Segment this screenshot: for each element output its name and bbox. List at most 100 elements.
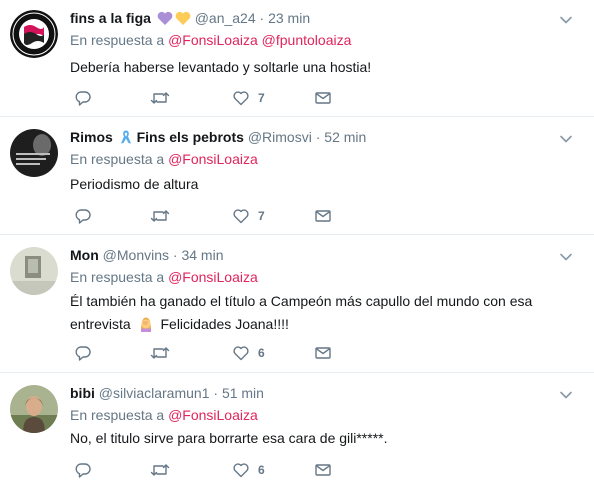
separator: · (172, 247, 178, 263)
tweet-header: Rimos Fins els pebrots @Rimosvi · 52 min (70, 127, 366, 150)
display-name[interactable]: bibi (70, 385, 95, 401)
mention-link[interactable]: @FonsiLoaiza (168, 32, 258, 48)
like-button[interactable]: 6 (232, 343, 265, 363)
tweet-text: No, el titulo sirve para borrarte esa ca… (70, 430, 388, 446)
purple-heart-icon (157, 11, 173, 31)
chevron-down-icon[interactable] (558, 131, 574, 147)
tweet-text: Él también ha ganado el título a Campeón… (70, 290, 570, 339)
retweet-button[interactable] (150, 460, 170, 480)
mention-link[interactable]: @FonsiLoaiza (168, 151, 258, 167)
tweet-text: Debería haberse levantado y soltarle una… (70, 59, 372, 75)
tweet-text-fragment: Felicidades Joana!!!! (160, 316, 289, 332)
reply-prefix: En respuesta a (70, 151, 165, 167)
avatar[interactable] (10, 129, 58, 177)
mention-link[interactable]: @fpuntoloaiza (262, 32, 352, 48)
like-button[interactable]: 7 (232, 206, 265, 226)
tweet-text-fragment: entrevista (70, 316, 131, 332)
retweet-icon (150, 464, 170, 476)
avatar-photo (10, 385, 58, 433)
reply-icon (75, 209, 91, 224)
mention-link[interactable]: @FonsiLoaiza (168, 269, 258, 285)
reply-icon (75, 91, 91, 106)
tweet-feed: fins a la figa @an_a24 · 23 min En respu… (0, 0, 594, 487)
like-button[interactable]: 6 (232, 460, 265, 480)
direct-message-button[interactable] (314, 88, 332, 108)
reply-context: En respuesta a @FonsiLoaiza (70, 149, 258, 169)
retweet-icon (150, 92, 170, 104)
tweet-actions: 7 (74, 206, 344, 226)
reply-button[interactable] (74, 343, 92, 363)
tweet-actions: 6 (74, 460, 344, 480)
like-icon (233, 209, 249, 224)
reply-button[interactable] (74, 460, 92, 480)
like-icon (233, 346, 249, 361)
reply-context: En respuesta a @FonsiLoaiza (70, 267, 258, 287)
tweet[interactable]: Rimos Fins els pebrots @Rimosvi · 52 min… (0, 117, 594, 235)
timestamp[interactable]: 23 min (268, 10, 310, 26)
tweet-text-line: entrevista Felicidades Joana!!!! (70, 313, 570, 339)
ribbon-icon (119, 129, 133, 150)
separator: · (213, 385, 219, 401)
chevron-down-icon[interactable] (558, 249, 574, 265)
handle[interactable]: @silviaclaramun1 (99, 385, 210, 401)
avatar[interactable] (10, 10, 58, 58)
retweet-button[interactable] (150, 88, 170, 108)
reply-prefix: En respuesta a (70, 407, 165, 423)
chevron-down-icon[interactable] (558, 12, 574, 28)
person-facepalming-icon (138, 316, 154, 339)
avatar-photo (10, 247, 58, 295)
reply-button[interactable] (74, 206, 92, 226)
handle[interactable]: @Rimosvi (248, 129, 312, 145)
tweet[interactable]: bibi @silviaclaramun1 · 51 min En respue… (0, 373, 594, 487)
timestamp[interactable]: 52 min (324, 129, 366, 145)
reply-button[interactable] (74, 88, 92, 108)
timestamp[interactable]: 34 min (181, 247, 223, 263)
handle[interactable]: @an_a24 (195, 10, 256, 26)
separator: · (259, 10, 265, 26)
retweet-button[interactable] (150, 343, 170, 363)
yellow-heart-icon (175, 11, 191, 31)
separator: · (315, 129, 321, 145)
avatar-antifa-logo (10, 10, 58, 58)
avatar[interactable] (10, 247, 58, 295)
like-button[interactable]: 7 (232, 88, 265, 108)
message-icon (315, 464, 331, 476)
avatar[interactable] (10, 385, 58, 433)
display-name-suffix[interactable]: Fins els pebrots (137, 129, 244, 145)
message-icon (315, 92, 331, 104)
tweet[interactable]: fins a la figa @an_a24 · 23 min En respu… (0, 0, 594, 117)
handle[interactable]: @Monvins (103, 247, 169, 263)
direct-message-button[interactable] (314, 206, 332, 226)
like-count: 7 (258, 209, 265, 223)
reply-icon (75, 346, 91, 361)
display-name[interactable]: Mon (70, 247, 99, 263)
tweet-actions: 6 (74, 343, 344, 363)
tweet[interactable]: Mon @Monvins · 34 min En respuesta a @Fo… (0, 235, 594, 373)
like-count: 6 (258, 346, 265, 360)
tweet-header: bibi @silviaclaramun1 · 51 min (70, 383, 264, 403)
like-icon (233, 463, 249, 478)
reply-context: En respuesta a @FonsiLoaiza (70, 405, 258, 425)
tweet-header: fins a la figa @an_a24 · 23 min (70, 8, 310, 31)
like-count: 7 (258, 91, 265, 105)
reply-prefix: En respuesta a (70, 32, 165, 48)
like-count: 6 (258, 463, 265, 477)
reply-icon (75, 463, 91, 478)
retweet-icon (150, 210, 170, 222)
display-name[interactable]: Rimos (70, 129, 113, 145)
chevron-down-icon[interactable] (558, 387, 574, 403)
timestamp[interactable]: 51 min (222, 385, 264, 401)
tweet-actions: 7 (74, 88, 344, 108)
avatar-photo (10, 129, 58, 177)
message-icon (315, 347, 331, 359)
display-name[interactable]: fins a la figa (70, 10, 151, 26)
reply-context: En respuesta a @FonsiLoaiza @fpuntoloaiz… (70, 30, 351, 50)
direct-message-button[interactable] (314, 460, 332, 480)
tweet-header: Mon @Monvins · 34 min (70, 245, 223, 265)
retweet-icon (150, 347, 170, 359)
reply-prefix: En respuesta a (70, 269, 165, 285)
direct-message-button[interactable] (314, 343, 332, 363)
tweet-text: Periodismo de altura (70, 176, 199, 192)
retweet-button[interactable] (150, 206, 170, 226)
mention-link[interactable]: @FonsiLoaiza (168, 407, 258, 423)
